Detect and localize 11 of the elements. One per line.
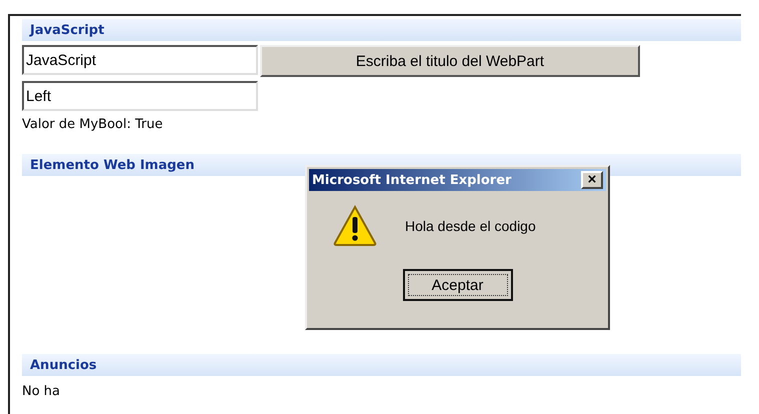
ok-button[interactable]: Aceptar — [402, 269, 512, 301]
set-title-button[interactable]: Escriba el titulo del WebPart — [260, 45, 640, 77]
section-header: Anuncios — [22, 354, 741, 376]
position-field[interactable]: Left — [22, 81, 258, 111]
announcement-text: No ha — [22, 384, 62, 399]
warning-icon — [333, 205, 377, 247]
title-field[interactable]: JavaScript — [22, 45, 258, 75]
bool-value-text: Valor de MyBool: True — [22, 117, 164, 132]
dialog-message: Hola desde el codigo — [405, 218, 536, 234]
close-button[interactable]: × — [581, 171, 603, 189]
section-header: JavaScript — [22, 19, 741, 41]
